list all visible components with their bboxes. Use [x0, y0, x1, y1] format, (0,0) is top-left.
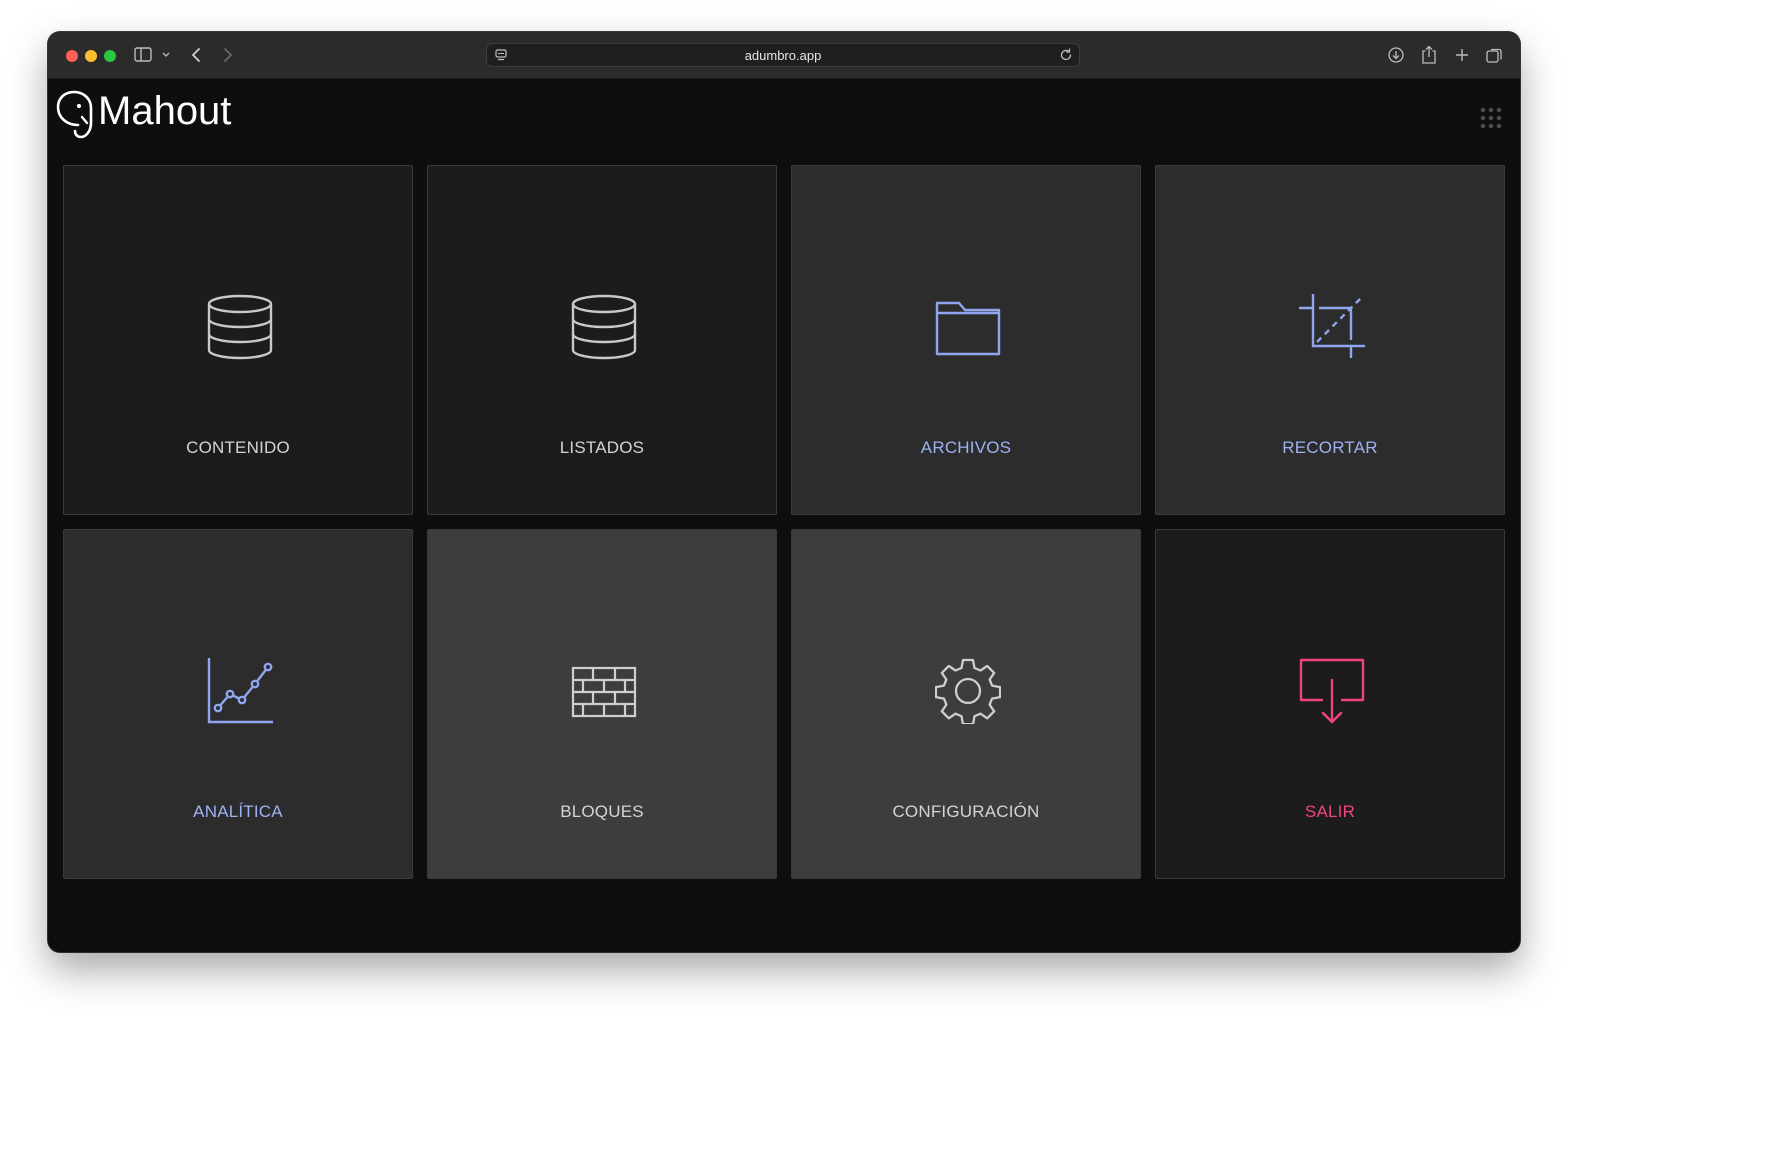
tile-label: LISTADOS	[559, 438, 645, 457]
app-header: Mahout	[48, 79, 1520, 149]
forward-button[interactable]	[220, 44, 236, 66]
tile-label: RECORTAR	[1282, 438, 1378, 457]
chevron-right-icon	[224, 48, 232, 62]
crop-icon	[1299, 294, 1365, 358]
tile-analitica[interactable]: ANALÍTICA	[63, 529, 413, 879]
minimize-window-button[interactable]	[85, 50, 97, 62]
tile-label: CONFIGURACIÓN	[892, 802, 1040, 821]
database-icon	[207, 294, 273, 360]
maximize-window-button[interactable]	[104, 50, 116, 62]
logout-icon	[1299, 658, 1365, 724]
tab-overview-button[interactable]	[1484, 44, 1504, 66]
close-window-button[interactable]	[66, 50, 78, 62]
tile-listados[interactable]: LISTADOS	[427, 165, 777, 515]
gear-icon	[935, 658, 1001, 724]
tile-configuracion[interactable]: CONFIGURACIÓN	[791, 529, 1141, 879]
browser-toolbar: adumbro.app	[48, 32, 1520, 79]
tile-label: ANALÍTICA	[193, 802, 283, 821]
app-logo-text: Mahout	[98, 89, 232, 133]
reload-icon[interactable]	[1059, 48, 1073, 62]
url-text[interactable]: adumbro.app	[487, 48, 1079, 63]
sidebar-icon	[134, 47, 170, 62]
download-icon	[1388, 47, 1404, 63]
elephant-logo-icon	[56, 90, 93, 139]
chevron-left-icon	[192, 48, 200, 62]
share-icon	[1422, 45, 1436, 64]
browser-window: adumbro.app Mahout CONTENIDO LISTADOS AR…	[48, 32, 1520, 952]
share-button[interactable]	[1419, 44, 1439, 66]
tile-label: ARCHIVOS	[920, 438, 1012, 457]
downloads-button[interactable]	[1386, 44, 1406, 66]
tile-contenido[interactable]: CONTENIDO	[63, 165, 413, 515]
tile-archivos[interactable]: ARCHIVOS	[791, 165, 1141, 515]
tile-bloques[interactable]: BLOQUES	[427, 529, 777, 879]
tile-label: CONTENIDO	[186, 438, 290, 457]
apps-grid-icon[interactable]	[1480, 107, 1502, 129]
line-chart-icon	[207, 658, 273, 724]
folder-icon	[935, 301, 1001, 356]
tile-recortar[interactable]: RECORTAR	[1155, 165, 1505, 515]
address-bar[interactable]: adumbro.app	[486, 43, 1080, 67]
tile-label: BLOQUES	[560, 802, 644, 821]
brick-wall-icon	[571, 666, 637, 718]
back-button[interactable]	[188, 44, 204, 66]
tile-label: SALIR	[1304, 802, 1356, 821]
new-tab-button[interactable]	[1452, 44, 1472, 66]
app-logo[interactable]: Mahout	[54, 89, 231, 139]
tabs-icon	[1485, 48, 1502, 63]
sidebar-toggle-button[interactable]	[134, 44, 174, 66]
plus-icon	[1456, 49, 1468, 61]
tile-salir[interactable]: SALIR	[1155, 529, 1505, 879]
database-icon	[571, 294, 637, 360]
